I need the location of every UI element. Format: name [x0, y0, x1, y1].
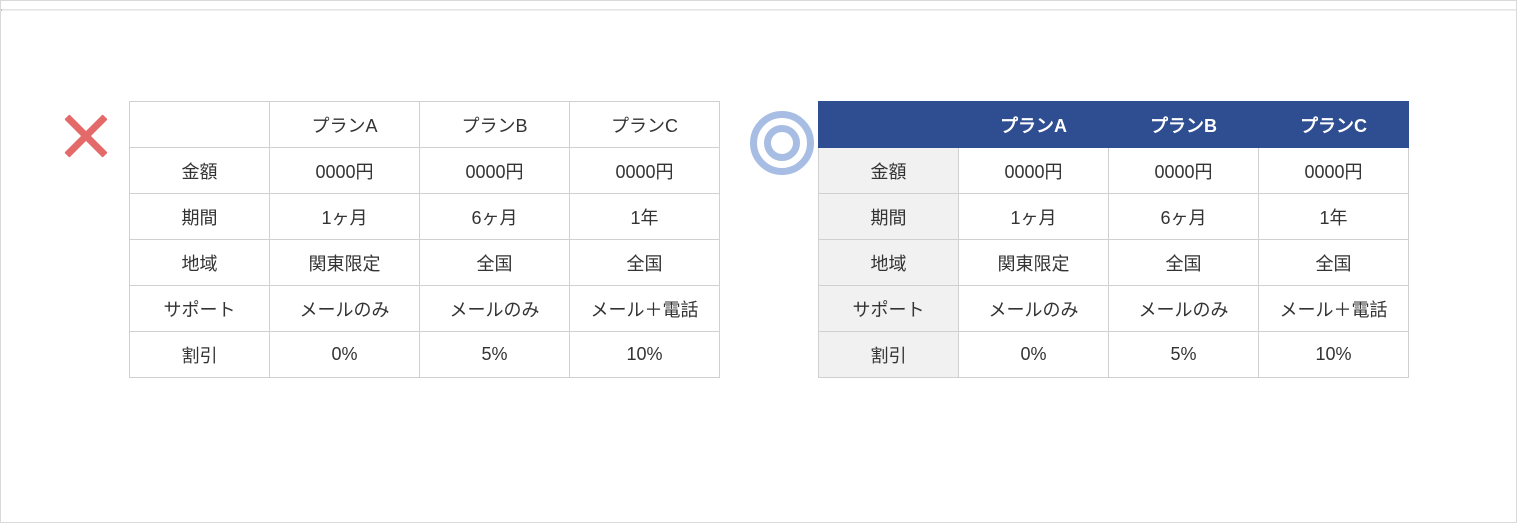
table-cell: 全国 [570, 240, 720, 286]
table-row: 金額 0000円 0000円 0000円 [130, 148, 720, 194]
table-cell: メール＋電話 [1259, 286, 1409, 332]
row-label-area: 地域 [819, 240, 959, 286]
row-label-period: 期間 [819, 194, 959, 240]
table-row: プランA プランB プランC [130, 102, 720, 148]
table-cell: 全国 [1259, 240, 1409, 286]
plan-a-header: プランA [270, 102, 420, 148]
table-cell: メールのみ [420, 286, 570, 332]
double-circle-icon [750, 111, 800, 161]
table-cell: 0000円 [570, 148, 720, 194]
row-label-discount: 割引 [819, 332, 959, 378]
row-label-support: サポート [130, 286, 270, 332]
table-cell: メールのみ [1109, 286, 1259, 332]
table-cell: 5% [420, 332, 570, 378]
table-row: サポート メールのみ メールのみ メール＋電話 [130, 286, 720, 332]
blank-header-cell [130, 102, 270, 148]
table-cell: 5% [1109, 332, 1259, 378]
table-row: 地域 関東限定 全国 全国 [819, 240, 1409, 286]
table-cell: メール＋電話 [570, 286, 720, 332]
table-cell: 関東限定 [270, 240, 420, 286]
table-cell: 0% [959, 332, 1109, 378]
table-row: 期間 1ヶ月 6ヶ月 1年 [819, 194, 1409, 240]
table-row: 金額 0000円 0000円 0000円 [819, 148, 1409, 194]
table-row: プランA プランB プランC [819, 102, 1409, 148]
plan-b-header: プランB [1109, 102, 1259, 148]
table-cell: 0000円 [1109, 148, 1259, 194]
good-table: プランA プランB プランC 金額 0000円 0000円 0000円 期間 1… [818, 101, 1409, 378]
table-cell: 0000円 [1259, 148, 1409, 194]
row-label-discount: 割引 [130, 332, 270, 378]
table-cell: 0% [270, 332, 420, 378]
plan-c-header: プランC [570, 102, 720, 148]
table-cell: 全国 [420, 240, 570, 286]
plan-a-header: プランA [959, 102, 1109, 148]
table-cell: 6ヶ月 [1109, 194, 1259, 240]
table-cell: 0000円 [270, 148, 420, 194]
good-example-block: プランA プランB プランC 金額 0000円 0000円 0000円 期間 1… [750, 101, 1409, 378]
table-row: 割引 0% 5% 10% [819, 332, 1409, 378]
content-row: プランA プランB プランC 金額 0000円 0000円 0000円 期間 1… [1, 11, 1516, 438]
table-cell: 6ヶ月 [420, 194, 570, 240]
table-cell: 1ヶ月 [270, 194, 420, 240]
row-label-price: 金額 [130, 148, 270, 194]
table-cell: 10% [1259, 332, 1409, 378]
table-cell: メールのみ [270, 286, 420, 332]
table-cell: 0000円 [959, 148, 1109, 194]
table-cell: 0000円 [420, 148, 570, 194]
row-label-area: 地域 [130, 240, 270, 286]
table-cell: 10% [570, 332, 720, 378]
table-cell: 1ヶ月 [959, 194, 1109, 240]
plan-c-header: プランC [1259, 102, 1409, 148]
plan-b-header: プランB [420, 102, 570, 148]
row-label-support: サポート [819, 286, 959, 332]
table-cell: メールのみ [959, 286, 1109, 332]
table-cell: 1年 [570, 194, 720, 240]
table-cell: 関東限定 [959, 240, 1109, 286]
table-cell: 1年 [1259, 194, 1409, 240]
row-label-period: 期間 [130, 194, 270, 240]
cross-icon [61, 111, 111, 161]
page-frame: プランA プランB プランC 金額 0000円 0000円 0000円 期間 1… [0, 0, 1517, 523]
table-row: 割引 0% 5% 10% [130, 332, 720, 378]
table-row: サポート メールのみ メールのみ メール＋電話 [819, 286, 1409, 332]
table-row: 地域 関東限定 全国 全国 [130, 240, 720, 286]
bad-example-block: プランA プランB プランC 金額 0000円 0000円 0000円 期間 1… [61, 101, 720, 378]
table-row: 期間 1ヶ月 6ヶ月 1年 [130, 194, 720, 240]
row-label-price: 金額 [819, 148, 959, 194]
bad-table: プランA プランB プランC 金額 0000円 0000円 0000円 期間 1… [129, 101, 720, 378]
blank-header-cell [819, 102, 959, 148]
table-cell: 全国 [1109, 240, 1259, 286]
